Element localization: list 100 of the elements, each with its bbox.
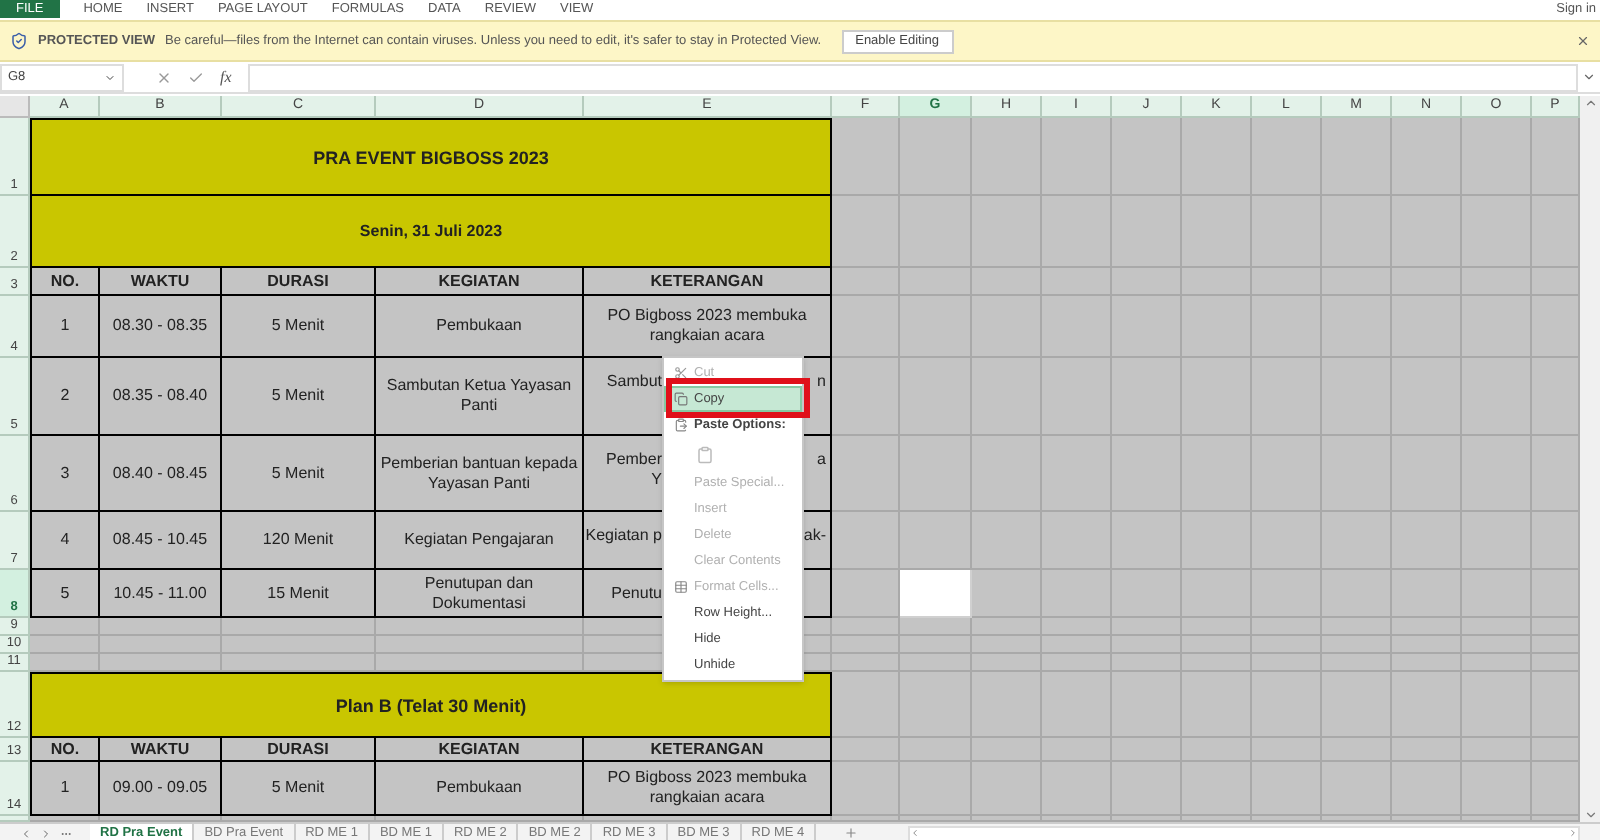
worksheet-cell[interactable] xyxy=(900,196,972,268)
worksheet-cell[interactable] xyxy=(1182,654,1252,672)
worksheet-cell[interactable] xyxy=(1462,738,1532,762)
worksheet-cell[interactable] xyxy=(1392,738,1462,762)
worksheet-cell[interactable] xyxy=(832,762,900,816)
worksheet-cell[interactable] xyxy=(1042,570,1112,618)
worksheet-cell[interactable] xyxy=(1392,196,1462,268)
worksheet-cell[interactable] xyxy=(1322,762,1392,816)
worksheet-cell[interactable] xyxy=(900,618,972,636)
worksheet-cell[interactable] xyxy=(1182,296,1252,358)
worksheet-cell[interactable] xyxy=(900,358,972,436)
worksheet-cell[interactable] xyxy=(1392,570,1462,618)
worksheet-cell[interactable] xyxy=(1392,762,1462,816)
worksheet-cell[interactable] xyxy=(900,436,972,512)
worksheet-cell[interactable] xyxy=(1252,654,1322,672)
worksheet-cell[interactable] xyxy=(1322,570,1392,618)
worksheet-cell[interactable] xyxy=(972,654,1042,672)
worksheet-cell[interactable] xyxy=(1182,738,1252,762)
worksheet-cell[interactable] xyxy=(1182,268,1252,296)
worksheet-cell[interactable] xyxy=(832,268,900,296)
worksheet-cell[interactable] xyxy=(1042,762,1112,816)
worksheet-cell[interactable] xyxy=(1112,738,1182,762)
worksheet-cell[interactable] xyxy=(1042,512,1112,570)
worksheet-cell[interactable] xyxy=(1392,296,1462,358)
worksheet-cell[interactable] xyxy=(1392,654,1462,672)
worksheet-cell[interactable] xyxy=(1392,358,1462,436)
worksheet-cell[interactable] xyxy=(1042,436,1112,512)
expand-icon[interactable] xyxy=(1582,70,1596,84)
worksheet-cell[interactable] xyxy=(900,672,972,738)
worksheet-cell[interactable] xyxy=(1112,636,1182,654)
worksheet-cell[interactable] xyxy=(1322,296,1392,358)
worksheet-cell[interactable] xyxy=(972,296,1042,358)
worksheet-cell[interactable] xyxy=(1322,738,1392,762)
worksheet-cell[interactable] xyxy=(1112,618,1182,636)
worksheet-cell[interactable] xyxy=(1462,672,1532,738)
worksheet-cell[interactable] xyxy=(832,512,900,570)
worksheet-cell[interactable] xyxy=(1322,268,1392,296)
worksheet-cell[interactable] xyxy=(832,654,900,672)
worksheet-cell[interactable] xyxy=(1252,672,1322,738)
worksheet-cell[interactable] xyxy=(832,358,900,436)
worksheet-cell[interactable] xyxy=(1182,618,1252,636)
scroll-up-icon[interactable] xyxy=(1583,96,1597,110)
vertical-scrollbar[interactable] xyxy=(1580,96,1600,822)
worksheet-cell[interactable] xyxy=(1322,654,1392,672)
scroll-down-icon[interactable] xyxy=(1583,808,1597,822)
worksheet-cell[interactable] xyxy=(376,618,584,636)
close-icon[interactable] xyxy=(1576,34,1590,48)
worksheet-cell[interactable] xyxy=(1462,196,1532,268)
worksheet-cell[interactable] xyxy=(1112,570,1182,618)
worksheet-cell[interactable] xyxy=(1462,654,1532,672)
worksheet-cell[interactable] xyxy=(1252,618,1322,636)
worksheet-cell[interactable] xyxy=(900,296,972,358)
worksheet-cell[interactable] xyxy=(1182,512,1252,570)
worksheet-cell[interactable] xyxy=(1042,636,1112,654)
worksheet-cell[interactable] xyxy=(1042,196,1112,268)
worksheet-cell[interactable] xyxy=(1112,268,1182,296)
worksheet-cell[interactable] xyxy=(1182,672,1252,738)
worksheet-cell[interactable] xyxy=(100,636,222,654)
worksheet-cell[interactable] xyxy=(222,618,376,636)
worksheet-cell[interactable] xyxy=(376,636,584,654)
worksheet-cell[interactable] xyxy=(1112,654,1182,672)
worksheet-cell[interactable] xyxy=(972,268,1042,296)
worksheet-cell[interactable] xyxy=(1042,654,1112,672)
worksheet-cell[interactable] xyxy=(1112,436,1182,512)
worksheet-cell[interactable] xyxy=(972,436,1042,512)
worksheet-cell[interactable] xyxy=(1322,436,1392,512)
worksheet-cell[interactable] xyxy=(1112,296,1182,358)
worksheet-cell[interactable] xyxy=(1112,762,1182,816)
worksheet-cell[interactable] xyxy=(1462,268,1532,296)
worksheet-cell[interactable] xyxy=(972,512,1042,570)
worksheet-cell[interactable] xyxy=(1462,636,1532,654)
scroll-right-icon[interactable] xyxy=(1568,828,1578,838)
worksheet-cell[interactable] xyxy=(900,654,972,672)
worksheet-cell[interactable] xyxy=(900,762,972,816)
worksheet-cell[interactable] xyxy=(1322,512,1392,570)
worksheet-cell[interactable] xyxy=(1392,436,1462,512)
worksheet-cell[interactable] xyxy=(972,358,1042,436)
worksheet-cell[interactable] xyxy=(1322,672,1392,738)
worksheet-cell[interactable] xyxy=(100,618,222,636)
worksheet-cell[interactable] xyxy=(832,436,900,512)
worksheet-cell[interactable] xyxy=(900,636,972,654)
next-sheet-icon[interactable] xyxy=(39,827,51,839)
worksheet-cell[interactable] xyxy=(1252,358,1322,436)
worksheet-cell[interactable] xyxy=(1182,436,1252,512)
worksheet-cell[interactable] xyxy=(1252,570,1322,618)
select-all-corner[interactable] xyxy=(0,96,30,118)
horizontal-scrollbar[interactable] xyxy=(908,825,1580,840)
worksheet-cell[interactable] xyxy=(1252,762,1322,816)
worksheet-cell[interactable] xyxy=(1322,618,1392,636)
worksheet-cell[interactable] xyxy=(1322,196,1392,268)
worksheet-cell[interactable] xyxy=(1252,436,1322,512)
worksheet-cell[interactable] xyxy=(1252,738,1322,762)
worksheet-cell[interactable] xyxy=(1112,196,1182,268)
worksheet-cell[interactable] xyxy=(972,570,1042,618)
worksheet-cell[interactable] xyxy=(1462,436,1532,512)
worksheet-cell[interactable] xyxy=(1462,358,1532,436)
worksheet-cell[interactable] xyxy=(972,762,1042,816)
worksheet-cell[interactable] xyxy=(1462,512,1532,570)
worksheet-cell[interactable] xyxy=(972,672,1042,738)
worksheet-cell[interactable] xyxy=(1042,296,1112,358)
